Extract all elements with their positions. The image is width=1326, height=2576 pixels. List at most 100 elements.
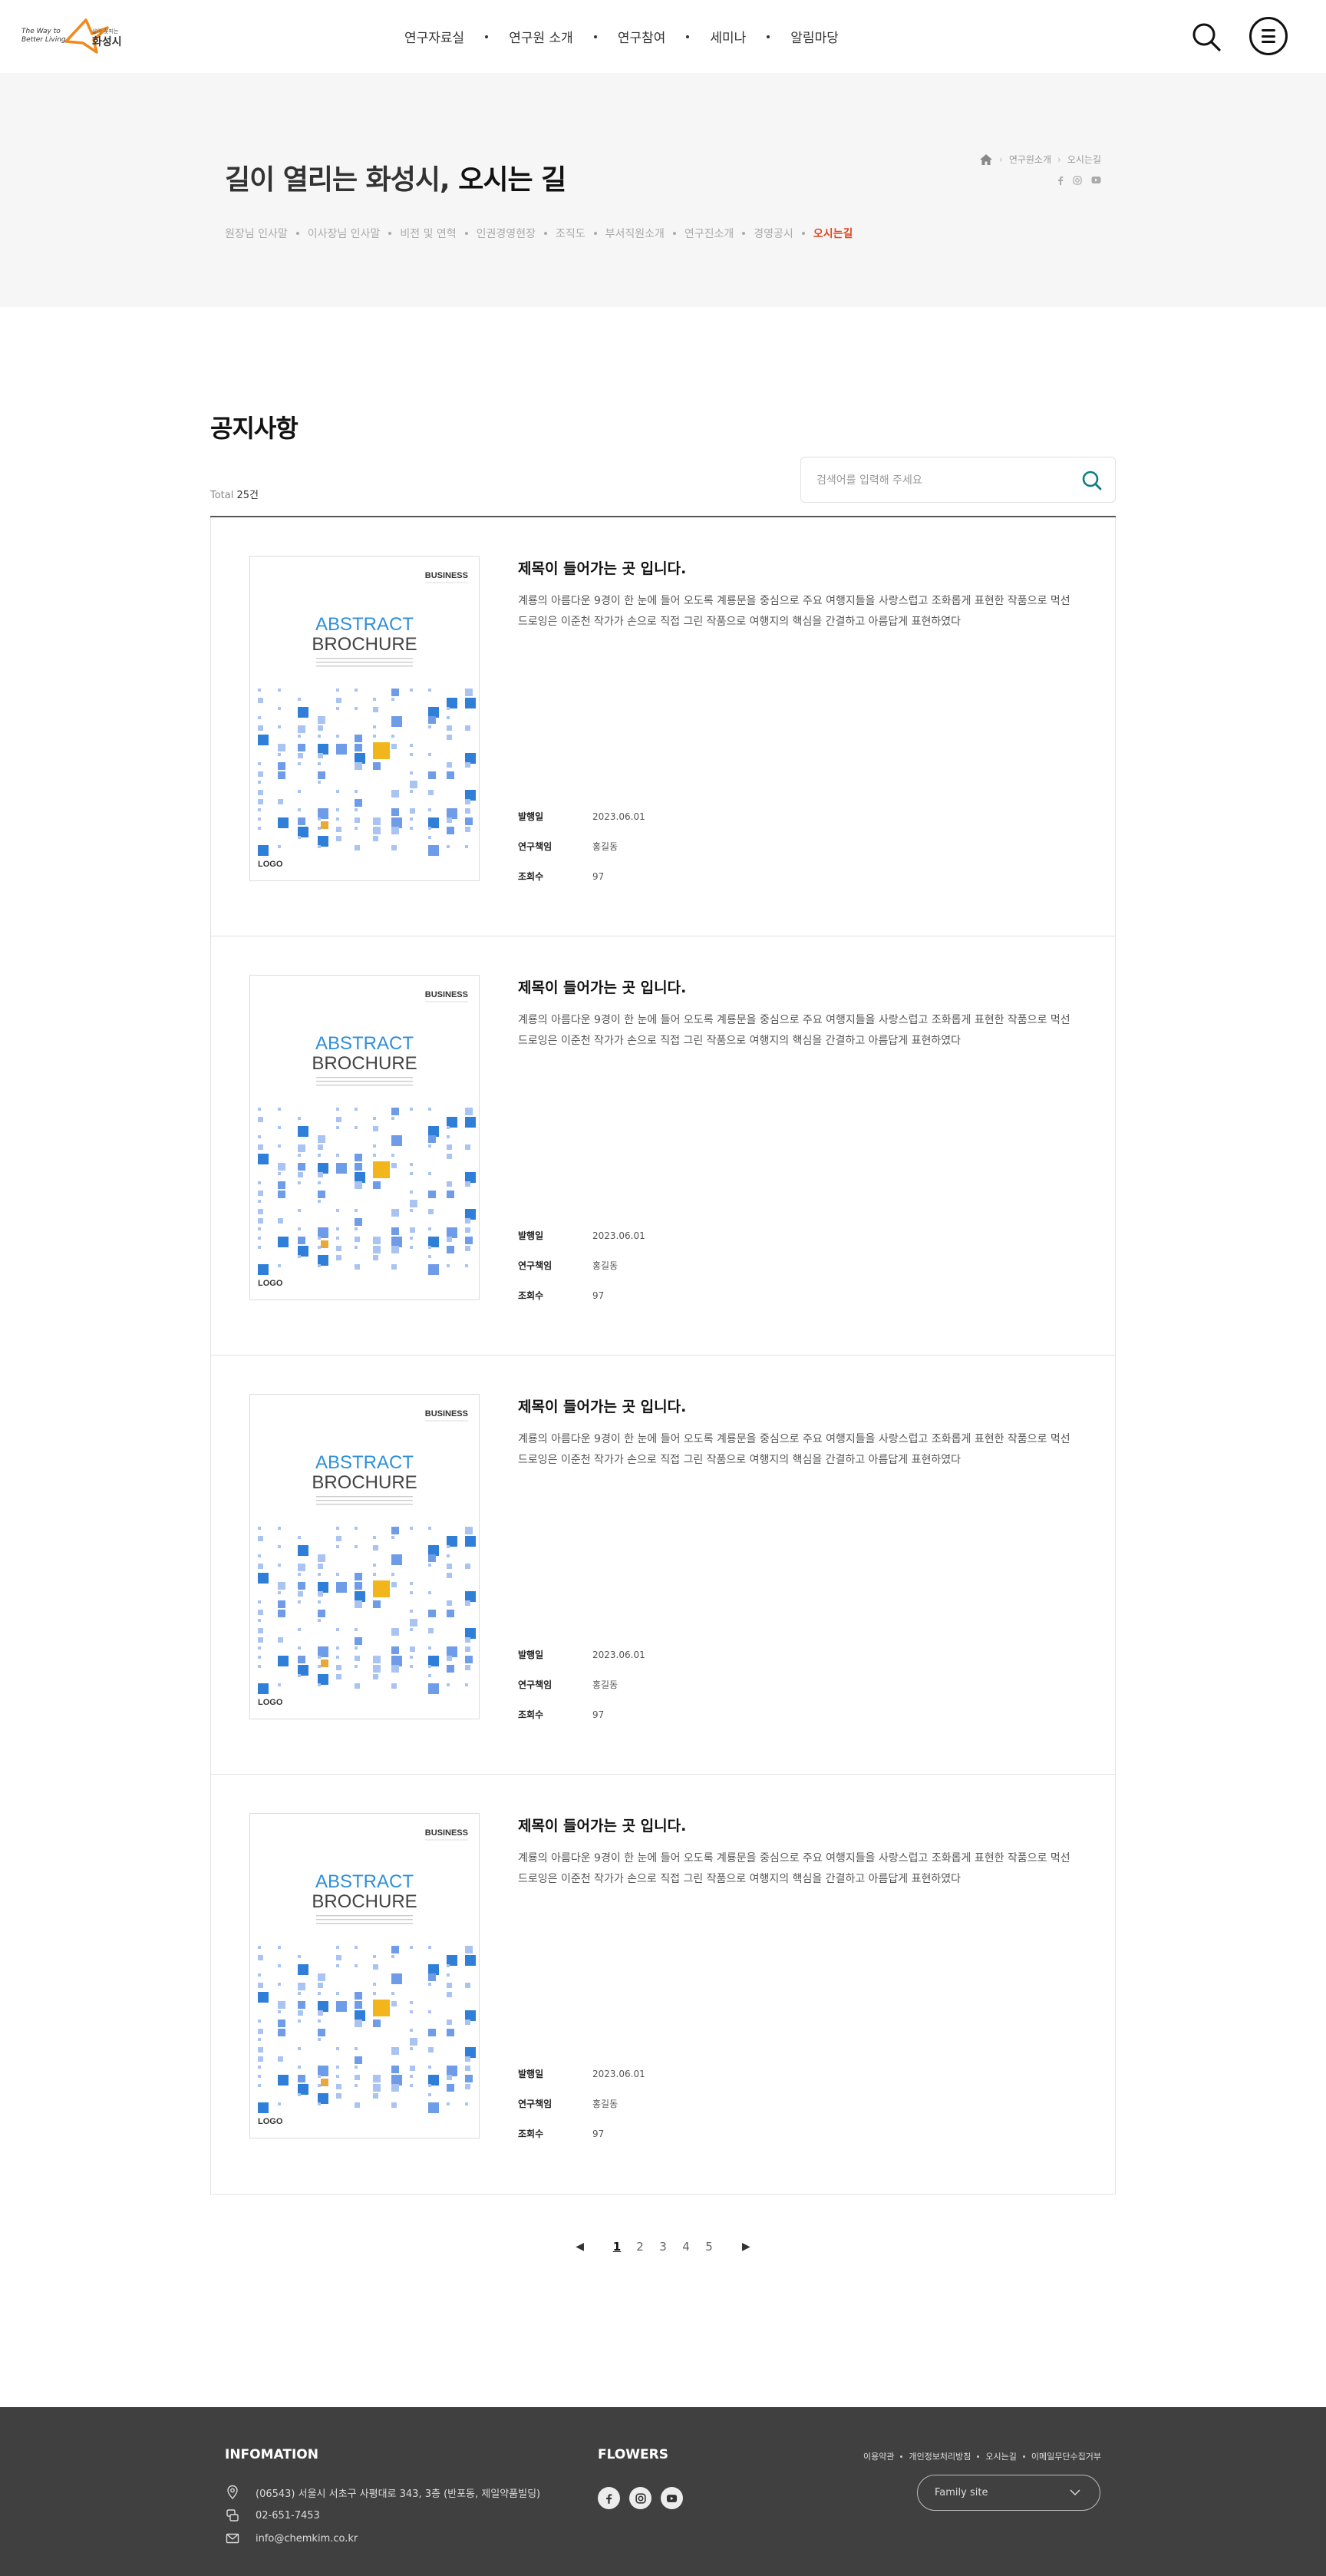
home-icon[interactable] [979,154,993,166]
brochure-pattern-square [428,2102,439,2113]
subnav-item[interactable]: 경영공시 [754,226,793,241]
brochure-pattern-square [336,744,347,755]
search-input[interactable] [816,472,1070,489]
page-number[interactable]: 3 [651,2240,675,2254]
subnav-item[interactable]: 이사장님 인사말 [308,226,381,241]
footer-link-email-policy[interactable]: 이메일무단수집거부 [1031,2450,1101,2462]
brochure-pattern-square [373,1580,390,1597]
gnb-item-about[interactable]: 연구원 소개 [488,27,594,46]
brochure-pattern-square [465,1264,468,1267]
facebook-icon[interactable] [1057,176,1064,185]
post-meta: 발행일 2023.06.01 연구책임 홍길동 조회수 97 [518,1640,645,1729]
post-title[interactable]: 제목이 들어가는 곳 입니다. [518,976,686,997]
post-thumbnail[interactable]: BUSINESS ABSTRACT BROCHURE LOGO [249,975,480,1300]
brochure-pattern-square [410,744,413,747]
menu-icon[interactable] [1249,17,1288,55]
logo-name: 화성시 [92,36,122,48]
brochure-pattern-square [447,1536,457,1547]
brochure-pattern-square [447,1683,450,1686]
meta-label-views: 조회수 [518,871,544,882]
page-number[interactable]: 2 [628,2240,651,2254]
youtube-icon[interactable] [1091,176,1101,184]
brochure-pattern-square [278,1610,285,1617]
brochure-pattern-square [258,781,261,784]
brochure-pattern-square [447,1610,454,1617]
post-card[interactable]: BUSINESS ABSTRACT BROCHURE LOGO 제목이 들어가는 곳 입… [211,517,1115,936]
subnav-item[interactable]: 연구진소개 [684,226,734,241]
brochure-pattern-square [278,1191,285,1198]
facebook-icon[interactable] [598,2487,620,2509]
post-title[interactable]: 제목이 들어가는 곳 입니다. [518,1395,686,1416]
breadcrumb-item[interactable]: 연구원소개 [1009,153,1051,166]
youtube-icon[interactable] [661,2487,683,2509]
brochure-pattern-square [258,1209,263,1214]
post-card[interactable]: BUSINESS ABSTRACT BROCHURE LOGO 제목이 들어가는 곳 입… [211,1356,1115,1775]
brochure-pattern-square [373,1573,376,1576]
brochure-pattern-square [428,1665,431,1668]
post-thumbnail[interactable]: BUSINESS ABSTRACT BROCHURE LOGO [249,1813,480,2138]
footer-link-privacy[interactable]: 개인정보처리방침 [909,2450,971,2462]
brochure-pattern-square [391,1108,399,1115]
prev-page-button[interactable]: ◀ [576,2241,584,2253]
subnav-item[interactable]: 비전 및 연혁 [400,226,456,241]
gnb-item-research-library[interactable]: 연구자료실 [384,27,485,46]
subnav-item[interactable]: 인권경영현장 [477,226,536,241]
brochure-pattern-square [258,1264,269,1275]
brochure-pattern-square [373,1545,378,1551]
subnav-item[interactable]: 원장님 인사말 [225,226,288,241]
brochure-pattern-square [355,2102,360,2108]
footer-link-directions[interactable]: 오시는길 [985,2450,1016,2462]
brochure-pattern-square [336,2066,339,2069]
brochure-pattern-square [447,1117,457,1128]
post-thumbnail[interactable]: BUSINESS ABSTRACT BROCHURE LOGO [249,1394,480,1719]
site-logo[interactable]: The Way to Better Living 삶이 꽃피는 화성시 [21,17,129,55]
brochure-pattern-square [318,762,321,765]
gnb-item-participation[interactable]: 연구참여 [597,27,687,46]
page-number[interactable]: 1 [605,2240,628,2254]
brochure-pattern-square [391,689,399,696]
subnav-item[interactable]: 부서직원소개 [605,226,665,241]
brochure-pattern-square [258,689,261,692]
brochure-pattern-square [278,762,285,770]
next-page-button[interactable]: ▶ [742,2241,750,2253]
brochure-pattern-square [373,1564,376,1567]
gnb-item-notice[interactable]: 알림마당 [770,27,859,46]
brochure-pattern-square [355,707,358,710]
brochure-pattern-square [447,2066,457,2076]
brochure-pattern-square [428,1983,431,1986]
post-title[interactable]: 제목이 들어가는 곳 입니다. [518,1815,686,1835]
brochure-pattern-square [428,836,431,839]
instagram-icon[interactable] [629,2487,651,2509]
post-card[interactable]: BUSINESS ABSTRACT BROCHURE LOGO 제목이 들어가는 곳 입… [211,1775,1115,2194]
brochure-pattern-square [278,1218,283,1224]
instagram-icon[interactable] [1073,176,1082,185]
page-number[interactable]: 4 [675,2240,698,2254]
brochure-pattern-square [258,1181,261,1184]
brochure-pattern-square [428,1973,436,1981]
brochure-pattern-square [318,808,328,819]
total-value: 25건 [236,490,259,501]
post-thumbnail[interactable]: BUSINESS ABSTRACT BROCHURE LOGO [249,556,480,881]
brochure-pattern-square [447,1564,452,1569]
post-card[interactable]: BUSINESS ABSTRACT BROCHURE LOGO 제목이 들어가는 곳 입… [211,936,1115,1356]
page-number[interactable]: 5 [698,2240,721,2254]
family-site-select[interactable]: Family site [917,2475,1100,2511]
brochure-pattern-square [258,1564,263,1569]
brochure-pattern-square [318,2075,321,2078]
subnav-item-active[interactable]: 오시는길 [813,226,853,241]
brochure-cover-image: BUSINESS ABSTRACTBROCHURE LOGO [258,1828,476,2126]
brochure-pattern-square [428,1564,431,1567]
search-button[interactable] [1080,468,1104,493]
brochure-pattern-square [298,1181,301,1184]
gnb-item-seminar[interactable]: 세미나 [689,27,767,46]
footer-link-terms[interactable]: 이용약관 [863,2450,894,2462]
footer-email[interactable]: info@chemkim.co.kr [256,2533,358,2545]
post-title[interactable]: 제목이 들어가는 곳 입니다. [518,557,686,578]
brochure-pattern-square [336,698,341,703]
subnav-item[interactable]: 조직도 [556,226,585,241]
brochure-pattern-square [465,1218,470,1224]
breadcrumb-item[interactable]: 오시는길 [1067,153,1101,166]
brochure-pattern-square [318,753,323,758]
search-icon[interactable] [1190,21,1222,53]
brochure-pattern-square [391,1527,399,1534]
